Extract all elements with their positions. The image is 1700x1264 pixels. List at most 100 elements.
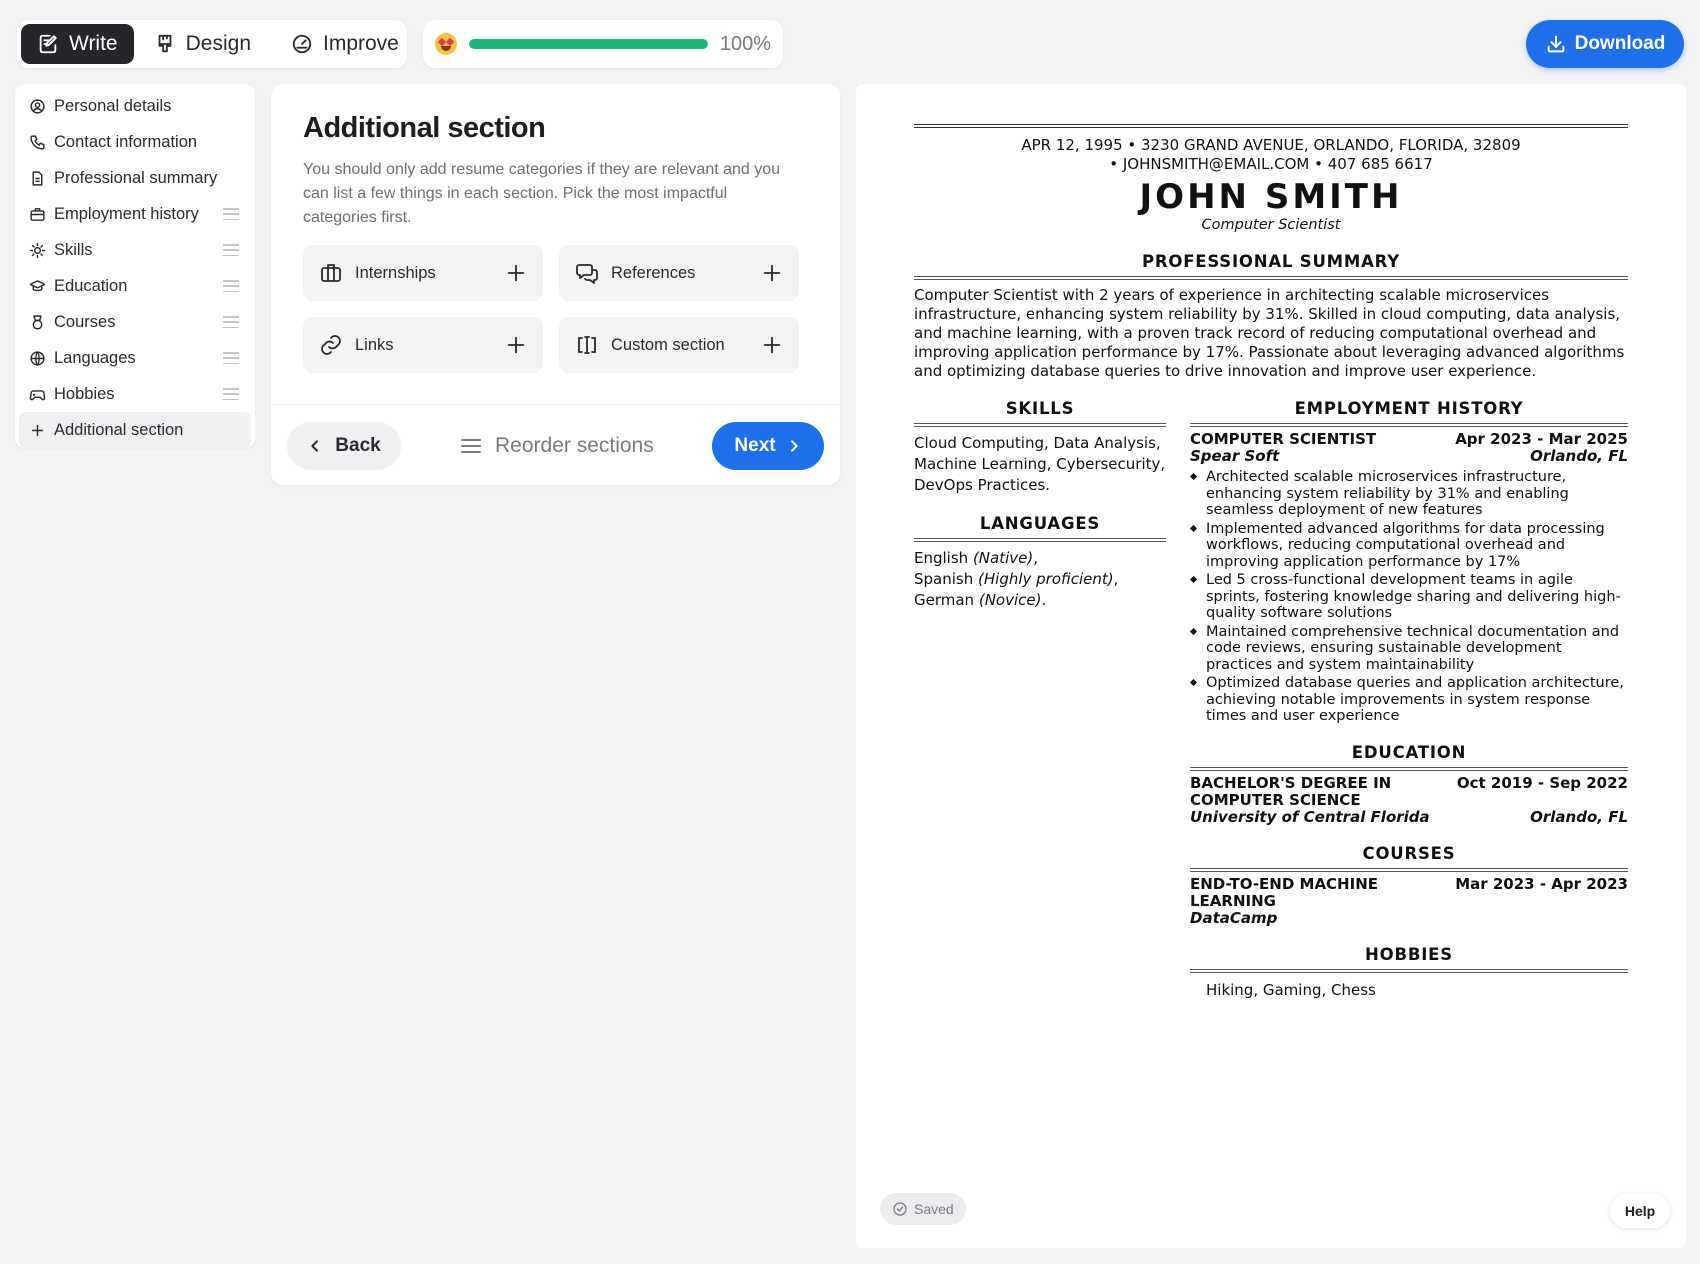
section-heading: SKILLS — [1005, 399, 1075, 418]
phone-icon — [30, 134, 45, 150]
tab-write[interactable]: Write — [21, 24, 134, 64]
help-button[interactable]: Help — [1610, 1194, 1670, 1228]
sidebar-item-employment-history[interactable]: Employment history — [19, 196, 251, 232]
summary-text: Computer Scientist with 2 years of exper… — [914, 286, 1625, 380]
drag-handle-icon[interactable] — [223, 316, 239, 328]
text-cursor-icon — [578, 336, 596, 354]
drag-handle-icon[interactable] — [223, 208, 239, 220]
right-column: EMPLOYMENT HISTORY COMPUTER SCIENTIST Ap… — [1190, 387, 1628, 999]
section-rule — [1190, 766, 1628, 771]
add-references-button[interactable]: References — [559, 245, 799, 301]
star-struck-emoji-icon — [435, 33, 457, 55]
job-dates: Apr 2023 - Mar 2025 — [1455, 430, 1628, 448]
sidebar-item-contact-information[interactable]: Contact information — [19, 124, 251, 160]
job-title: COMPUTER SCIENTIST — [1190, 430, 1377, 448]
sections-sidebar: Personal details Contact information Pro… — [15, 84, 255, 448]
contact-line: • JOHNSMITH@EMAIL.COM • 407 685 6617 — [1109, 155, 1433, 173]
saved-label: Saved — [914, 1201, 954, 1217]
sidebar-item-languages[interactable]: Languages — [19, 340, 251, 376]
section-heading: PROFESSIONAL SUMMARY — [1141, 252, 1401, 271]
tab-design[interactable]: Design — [138, 24, 267, 64]
chevron-left-icon — [311, 440, 319, 452]
progress-bar — [469, 39, 708, 49]
reorder-sections-button[interactable]: Reorder sections — [459, 422, 654, 470]
back-label: Back — [335, 435, 381, 456]
section-rule — [914, 276, 1628, 280]
list-item: Architected scalable microservices infra… — [1190, 469, 1628, 519]
language-item: English (Native), — [914, 549, 1039, 567]
sidebar-item-hobbies[interactable]: Hobbies — [19, 376, 251, 412]
course-subheader: DataCamp — [1190, 908, 1628, 927]
sidebar-item-label: Contact information — [54, 132, 198, 151]
hobbies-text: Hiking, Gaming, Chess — [1206, 980, 1376, 999]
check-circle-icon — [893, 1202, 907, 1216]
add-internships-button[interactable]: Internships — [303, 245, 543, 301]
job-header: COMPUTER SCIENTIST Apr 2023 - Mar 2025 — [1190, 431, 1628, 448]
tab-improve[interactable]: Improve — [275, 24, 415, 64]
degree-title: BACHELOR'S DEGREE IN COMPUTER SCIENCE — [1190, 773, 1392, 809]
section-heading: EDUCATION — [1351, 742, 1467, 762]
resume-score[interactable]: 100% — [423, 20, 783, 68]
section-rule — [914, 423, 1166, 427]
contact-details: APR 12, 1995 • 3230 GRAND AVENUE, ORLAND… — [914, 136, 1628, 174]
sidebar-item-label: Education — [54, 276, 128, 295]
download-button[interactable]: Download — [1526, 20, 1684, 68]
sidebar-item-skills[interactable]: Skills — [19, 232, 251, 268]
add-links-button[interactable]: Links — [303, 317, 543, 373]
download-icon — [1547, 35, 1564, 53]
page-title: Additional section — [303, 112, 546, 144]
left-column: SKILLS Cloud Computing, Data Analysis, M… — [914, 387, 1166, 999]
drag-handle-icon[interactable] — [223, 352, 239, 364]
option-label: Custom section — [611, 335, 725, 354]
plus-icon — [31, 424, 44, 436]
sidebar-item-additional-section[interactable]: Additional section — [19, 412, 251, 448]
section-description: You should only add resume categories if… — [303, 161, 781, 226]
sidebar-item-courses[interactable]: Courses — [19, 304, 251, 340]
plus-icon — [763, 264, 781, 282]
back-button[interactable]: Back — [287, 422, 401, 470]
add-custom-section-button[interactable]: Custom section — [559, 317, 799, 373]
sidebar-item-label: Courses — [54, 312, 116, 331]
section-rule — [1190, 968, 1628, 973]
section-rule — [1190, 867, 1628, 872]
list-item: Maintained comprehensive technical docum… — [1190, 624, 1628, 674]
reorder-label: Reorder sections — [495, 434, 654, 457]
course-provider: DataCamp — [1190, 908, 1278, 927]
sidebar-item-education[interactable]: Education — [19, 268, 251, 304]
job-location: Orlando, FL — [1530, 447, 1628, 465]
skills-text: Cloud Computing, Data Analysis, Machine … — [914, 434, 1166, 494]
sidebar-item-label: Personal details — [54, 96, 172, 115]
brush-icon — [158, 34, 172, 53]
tab-design-label: Design — [185, 32, 251, 55]
list-item: Led 5 cross-functional development teams… — [1190, 572, 1628, 622]
list-item: Optimized database queries and applicati… — [1190, 675, 1628, 725]
download-label: Download — [1574, 33, 1666, 54]
next-button[interactable]: Next — [712, 422, 824, 470]
plus-icon — [507, 336, 525, 354]
drag-handle-icon[interactable] — [223, 280, 239, 292]
school-name: University of Central Florida — [1190, 807, 1430, 826]
next-label: Next — [734, 435, 776, 456]
mode-tabs: Write Design Improve — [17, 20, 407, 68]
plus-icon — [507, 264, 525, 282]
option-label: Internships — [355, 263, 436, 282]
progress-fill — [469, 39, 708, 49]
resume-preview[interactable]: APR 12, 1995 • 3230 GRAND AVENUE, ORLAND… — [856, 84, 1686, 1248]
briefcase-icon — [30, 207, 45, 221]
sidebar-item-personal-details[interactable]: Personal details — [19, 88, 251, 124]
link-icon — [321, 335, 341, 355]
sidebar-item-label: Additional section — [54, 420, 184, 439]
header-rule — [914, 124, 1628, 128]
section-rule — [914, 538, 1166, 542]
drag-handle-icon[interactable] — [223, 244, 239, 256]
edit-document-icon — [39, 34, 57, 54]
drag-handle-icon[interactable] — [223, 388, 239, 400]
option-label: Links — [355, 335, 394, 354]
sidebar-item-professional-summary[interactable]: Professional summary — [19, 160, 251, 196]
briefcase-icon — [321, 264, 341, 282]
education-subheader: University of Central Florida Orlando, F… — [1190, 807, 1628, 826]
user-circle-icon — [30, 98, 45, 114]
gauge-icon — [292, 34, 312, 54]
job-subheader: Spear Soft Orlando, FL — [1190, 448, 1628, 465]
tab-improve-label: Improve — [323, 32, 399, 55]
